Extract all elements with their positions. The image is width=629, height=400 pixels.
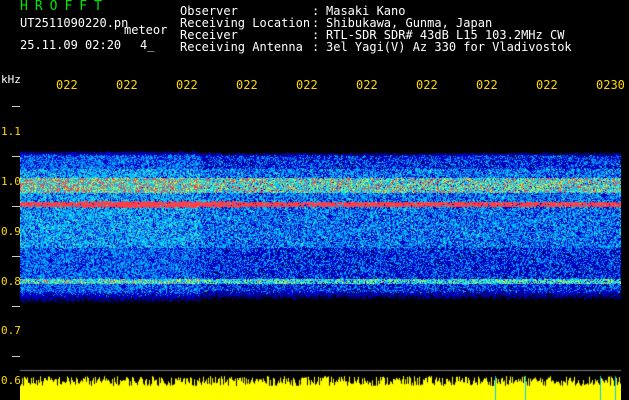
count-label: 4_ <box>140 38 155 52</box>
antenna-label: Receiving Antenna <box>180 40 303 54</box>
datetime-label: 25.11.09 02:20 <box>20 38 122 52</box>
y-tick-label: 1.0 <box>1 175 21 188</box>
y-minor-tick <box>12 206 20 207</box>
x-tick-label: 022 <box>416 78 438 92</box>
y-tick-label: 0.9 <box>1 225 21 238</box>
x-tick-label: 022 <box>356 78 378 92</box>
filename-label: UT2511090220.pn <box>20 16 129 30</box>
x-tick-label: 022 <box>296 78 318 92</box>
antenna-value: 3el Yagi(V) Az 330 for Vladivostok <box>326 40 572 54</box>
x-tick-label: 022 <box>536 78 558 92</box>
y-minor-tick <box>12 306 20 307</box>
y-minor-tick <box>12 106 20 107</box>
noise-level-bar <box>20 370 621 400</box>
y-tick-label: 0.8 <box>1 275 21 288</box>
x-tick-label: 022 <box>176 78 198 92</box>
x-tick-label: 022 <box>476 78 498 92</box>
spectrogram <box>20 98 621 380</box>
y-minor-tick <box>12 356 20 357</box>
y-tick-label: 0.6 <box>1 374 21 387</box>
x-tick-label: 022 <box>236 78 258 92</box>
y-axis-unit: kHz <box>1 73 21 86</box>
x-tick-label: 0230 <box>596 78 625 92</box>
x-tick-label: 022 <box>56 78 78 92</box>
y-minor-tick <box>12 256 20 257</box>
y-minor-tick <box>12 156 20 157</box>
y-tick-label: 1.1 <box>1 125 21 138</box>
meteor-label: meteor <box>124 23 168 37</box>
app-title: HROFFT <box>20 0 109 14</box>
colon: : <box>312 40 320 54</box>
y-tick-label: 0.7 <box>1 324 21 337</box>
x-tick-label: 022 <box>116 78 138 92</box>
